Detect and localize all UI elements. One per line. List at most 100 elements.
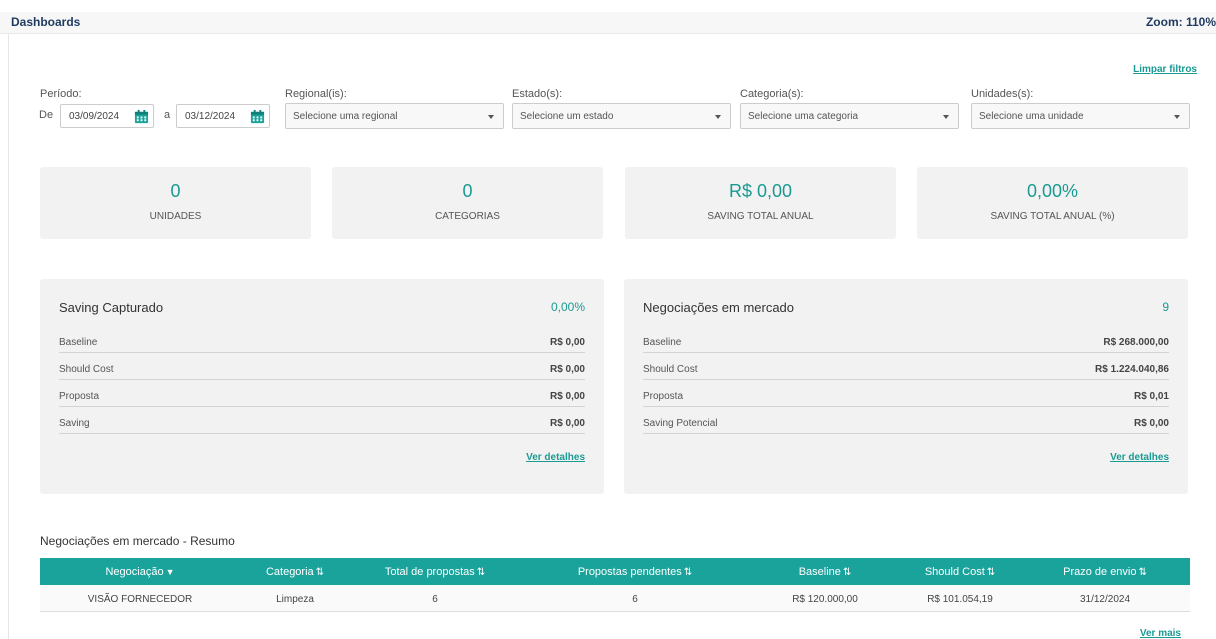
regional-select[interactable]: Selecione uma regional bbox=[285, 103, 504, 129]
saving-captured-panel: Saving Capturado 0,00% Baseline R$ 0,00 … bbox=[40, 279, 604, 494]
list-item: Should Cost R$ 1.224.040,86 bbox=[643, 353, 1169, 380]
period-label: Período: bbox=[40, 88, 82, 100]
stat-value: 0,00% bbox=[1026, 181, 1079, 201]
row-value: R$ 0,00 bbox=[549, 391, 585, 402]
stat-label: SAVING TOTAL ANUAL bbox=[707, 211, 814, 222]
row-label: Should Cost bbox=[643, 364, 698, 375]
calendar-icon[interactable] bbox=[250, 109, 265, 124]
start-date-value: 03/09/2024 bbox=[69, 111, 120, 122]
column-header-should-cost[interactable]: Should Cost ⇅ bbox=[890, 566, 1030, 578]
unidades-placeholder: Selecione uma unidade bbox=[979, 111, 1084, 122]
sort-icon[interactable]: ⇅ bbox=[316, 567, 324, 578]
stat-label: SAVING TOTAL ANUAL (%) bbox=[990, 211, 1115, 222]
cell-total-propostas: 6 bbox=[432, 594, 438, 605]
unidades-select[interactable]: Selecione uma unidade bbox=[971, 103, 1190, 129]
panel-title: Negociações em mercado bbox=[643, 300, 795, 315]
sort-icon[interactable]: ⇅ bbox=[477, 567, 485, 578]
row-value: R$ 0,00 bbox=[549, 364, 585, 375]
column-header-propostas-pendentes[interactable]: Propostas pendentes ⇅ bbox=[510, 566, 760, 578]
cell-prazo-envio: 31/12/2024 bbox=[1079, 594, 1131, 605]
column-label: Categoria bbox=[265, 566, 314, 578]
list-item: Proposta R$ 0,00 bbox=[59, 380, 585, 407]
column-label: Propostas pendentes bbox=[577, 566, 682, 578]
categoria-select[interactable]: Selecione uma categoria bbox=[740, 103, 959, 129]
row-label: Should Cost bbox=[59, 364, 114, 375]
end-date-input[interactable]: 03/12/2024 bbox=[176, 104, 270, 128]
panel-value: 0,00% bbox=[550, 300, 585, 314]
clear-filters-link[interactable]: Limpar filtros bbox=[1133, 64, 1197, 75]
stat-value: 0 bbox=[170, 181, 181, 201]
row-label: Proposta bbox=[643, 391, 684, 402]
calendar-icon[interactable] bbox=[134, 109, 149, 124]
start-date-input[interactable]: 03/09/2024 bbox=[60, 104, 154, 128]
categoria-label: Categoria(s): bbox=[740, 88, 804, 100]
chevron-down-icon bbox=[943, 115, 949, 119]
list-item: Saving R$ 0,00 bbox=[59, 407, 585, 434]
column-label: Negociação bbox=[105, 566, 164, 578]
row-label: Baseline bbox=[59, 337, 98, 348]
stat-value: 0 bbox=[462, 181, 473, 201]
column-header-categoria[interactable]: Categoria ⇅ bbox=[230, 566, 360, 578]
row-value: R$ 268.000,00 bbox=[1103, 337, 1169, 348]
filter-icon[interactable]: ▼ bbox=[166, 567, 175, 577]
estado-label: Estado(s): bbox=[512, 88, 563, 100]
top-bar: Dashboards Zoom: 110% bbox=[0, 12, 1216, 34]
page-title: Dashboards bbox=[11, 15, 81, 29]
cell-should-cost: R$ 101.054,19 bbox=[927, 594, 993, 605]
regional-label: Regional(is): bbox=[285, 88, 347, 100]
list-item: Baseline R$ 0,00 bbox=[59, 326, 585, 353]
row-label: Saving bbox=[59, 418, 90, 429]
column-header-total-propostas[interactable]: Total de propostas ⇅ bbox=[360, 566, 510, 578]
cell-baseline: R$ 120.000,00 bbox=[792, 594, 858, 605]
stat-card-unidades: 0 UNIDADES bbox=[40, 167, 311, 239]
sort-icon[interactable]: ⇅ bbox=[843, 567, 851, 578]
zoom-level: Zoom: 110% bbox=[1145, 15, 1216, 29]
unidades-label: Unidades(s): bbox=[971, 88, 1034, 100]
row-value: R$ 0,00 bbox=[1133, 418, 1169, 429]
column-header-negociacao[interactable]: Negociação ▼ bbox=[50, 566, 230, 578]
estado-placeholder: Selecione um estado bbox=[520, 111, 614, 122]
stat-value: R$ 0,00 bbox=[728, 181, 793, 201]
row-label: Baseline bbox=[643, 337, 682, 348]
sort-icon[interactable]: ⇅ bbox=[1139, 567, 1147, 578]
list-item: Saving Potencial R$ 0,00 bbox=[643, 407, 1169, 434]
panel-value: 9 bbox=[1162, 300, 1169, 314]
row-value: R$ 0,00 bbox=[549, 418, 585, 429]
column-label: Prazo de envio bbox=[1063, 566, 1137, 578]
column-header-prazo-envio[interactable]: Prazo de envio ⇅ bbox=[1030, 566, 1180, 578]
stat-label: UNIDADES bbox=[149, 211, 202, 222]
regional-placeholder: Selecione uma regional bbox=[293, 111, 398, 122]
stat-label: CATEGORIAS bbox=[435, 211, 500, 222]
column-label: Total de propostas bbox=[384, 566, 475, 578]
view-details-link[interactable]: Ver detalhes bbox=[1110, 452, 1169, 463]
from-label: De bbox=[39, 109, 54, 121]
row-value: R$ 0,01 bbox=[1133, 391, 1169, 402]
table-row[interactable]: VISÃO FORNECEDOR Limpeza 6 6 R$ 120.000,… bbox=[40, 585, 1190, 612]
stat-card-saving-total: R$ 0,00 SAVING TOTAL ANUAL bbox=[625, 167, 896, 239]
list-item: Proposta R$ 0,01 bbox=[643, 380, 1169, 407]
sort-icon[interactable]: ⇅ bbox=[684, 567, 692, 578]
chevron-down-icon bbox=[1174, 115, 1180, 119]
market-negotiations-panel: Negociações em mercado 9 Baseline R$ 268… bbox=[624, 279, 1188, 494]
categoria-placeholder: Selecione uma categoria bbox=[748, 111, 859, 122]
list-item: Baseline R$ 268.000,00 bbox=[643, 326, 1169, 353]
table-header: Negociação ▼ Categoria ⇅ Total de proposta… bbox=[40, 558, 1190, 585]
list-item: Should Cost R$ 0,00 bbox=[59, 353, 585, 380]
column-label: Should Cost bbox=[924, 566, 985, 578]
row-label: Proposta bbox=[59, 391, 100, 402]
estado-select[interactable]: Selecione um estado bbox=[512, 103, 731, 129]
panel-title: Saving Capturado bbox=[59, 300, 164, 315]
cell-negociacao: VISÃO FORNECEDOR bbox=[87, 594, 193, 605]
column-header-baseline[interactable]: Baseline ⇅ bbox=[760, 566, 890, 578]
row-value: R$ 1.224.040,86 bbox=[1095, 364, 1169, 375]
row-value: R$ 0,00 bbox=[549, 337, 585, 348]
cell-categoria: Limpeza bbox=[276, 594, 314, 605]
chevron-down-icon bbox=[488, 115, 494, 119]
stat-card-categorias: 0 CATEGORIAS bbox=[332, 167, 603, 239]
chevron-down-icon bbox=[715, 115, 721, 119]
sort-icon[interactable]: ⇅ bbox=[987, 567, 995, 578]
row-label: Saving Potencial bbox=[643, 418, 718, 429]
view-more-link[interactable]: Ver mais bbox=[1140, 628, 1181, 639]
stat-card-saving-percent: 0,00% SAVING TOTAL ANUAL (%) bbox=[917, 167, 1188, 239]
view-details-link[interactable]: Ver detalhes bbox=[526, 452, 585, 463]
